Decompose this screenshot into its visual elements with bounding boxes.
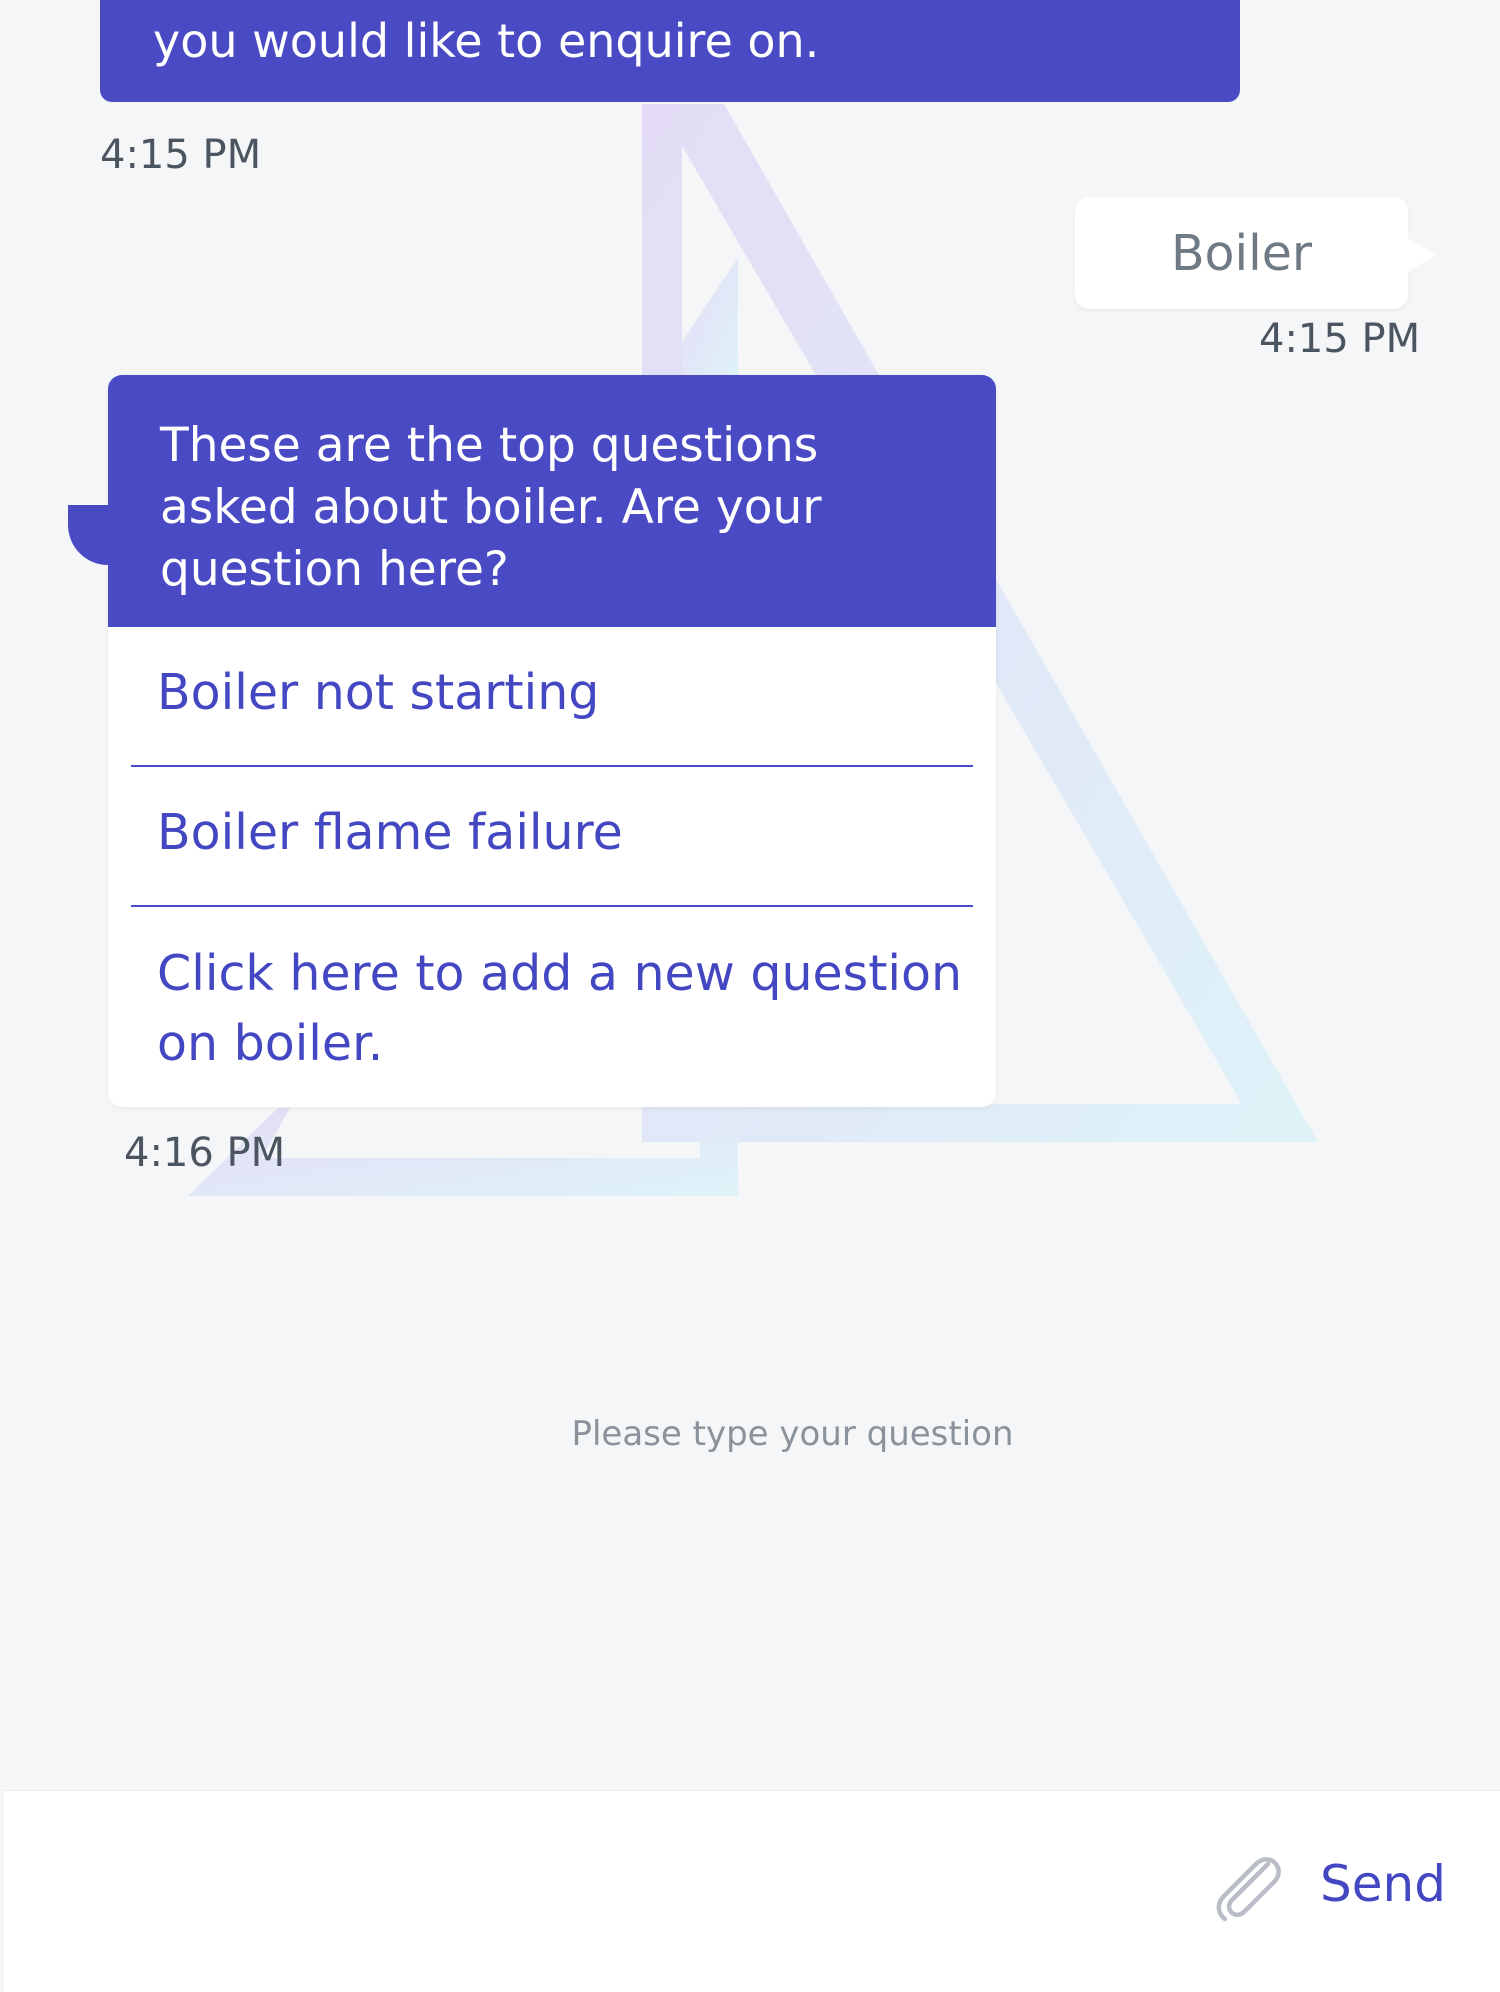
send-button[interactable]: Send (1320, 1855, 1446, 1913)
quick-reply-option[interactable]: Boiler not starting (131, 658, 973, 728)
quick-reply-add-question[interactable]: Click here to add a new question on boil… (131, 939, 973, 1079)
user-message-text: Boiler (1170, 225, 1313, 282)
bot-quick-reply-card: These are the top questions asked about … (68, 375, 996, 1107)
message-timestamp: 4:15 PM (100, 132, 262, 178)
question-input-placeholder[interactable]: Please type your question (0, 1414, 1500, 1454)
paperclip-icon[interactable] (1208, 1848, 1288, 1928)
bot-message-bubble: you would like to enquire on. (100, 0, 1240, 102)
message-timestamp: 4:15 PM (1259, 316, 1421, 362)
quick-reply-option[interactable]: Boiler flame failure (131, 798, 973, 868)
message-timestamp: 4:16 PM (124, 1130, 286, 1176)
option-divider (131, 905, 973, 907)
user-message-bubble: Boiler (1075, 197, 1436, 309)
option-divider (131, 765, 973, 767)
bot-message-text: you would like to enquire on. (153, 14, 820, 68)
bot-message-text: These are the top questions asked about … (108, 375, 996, 627)
